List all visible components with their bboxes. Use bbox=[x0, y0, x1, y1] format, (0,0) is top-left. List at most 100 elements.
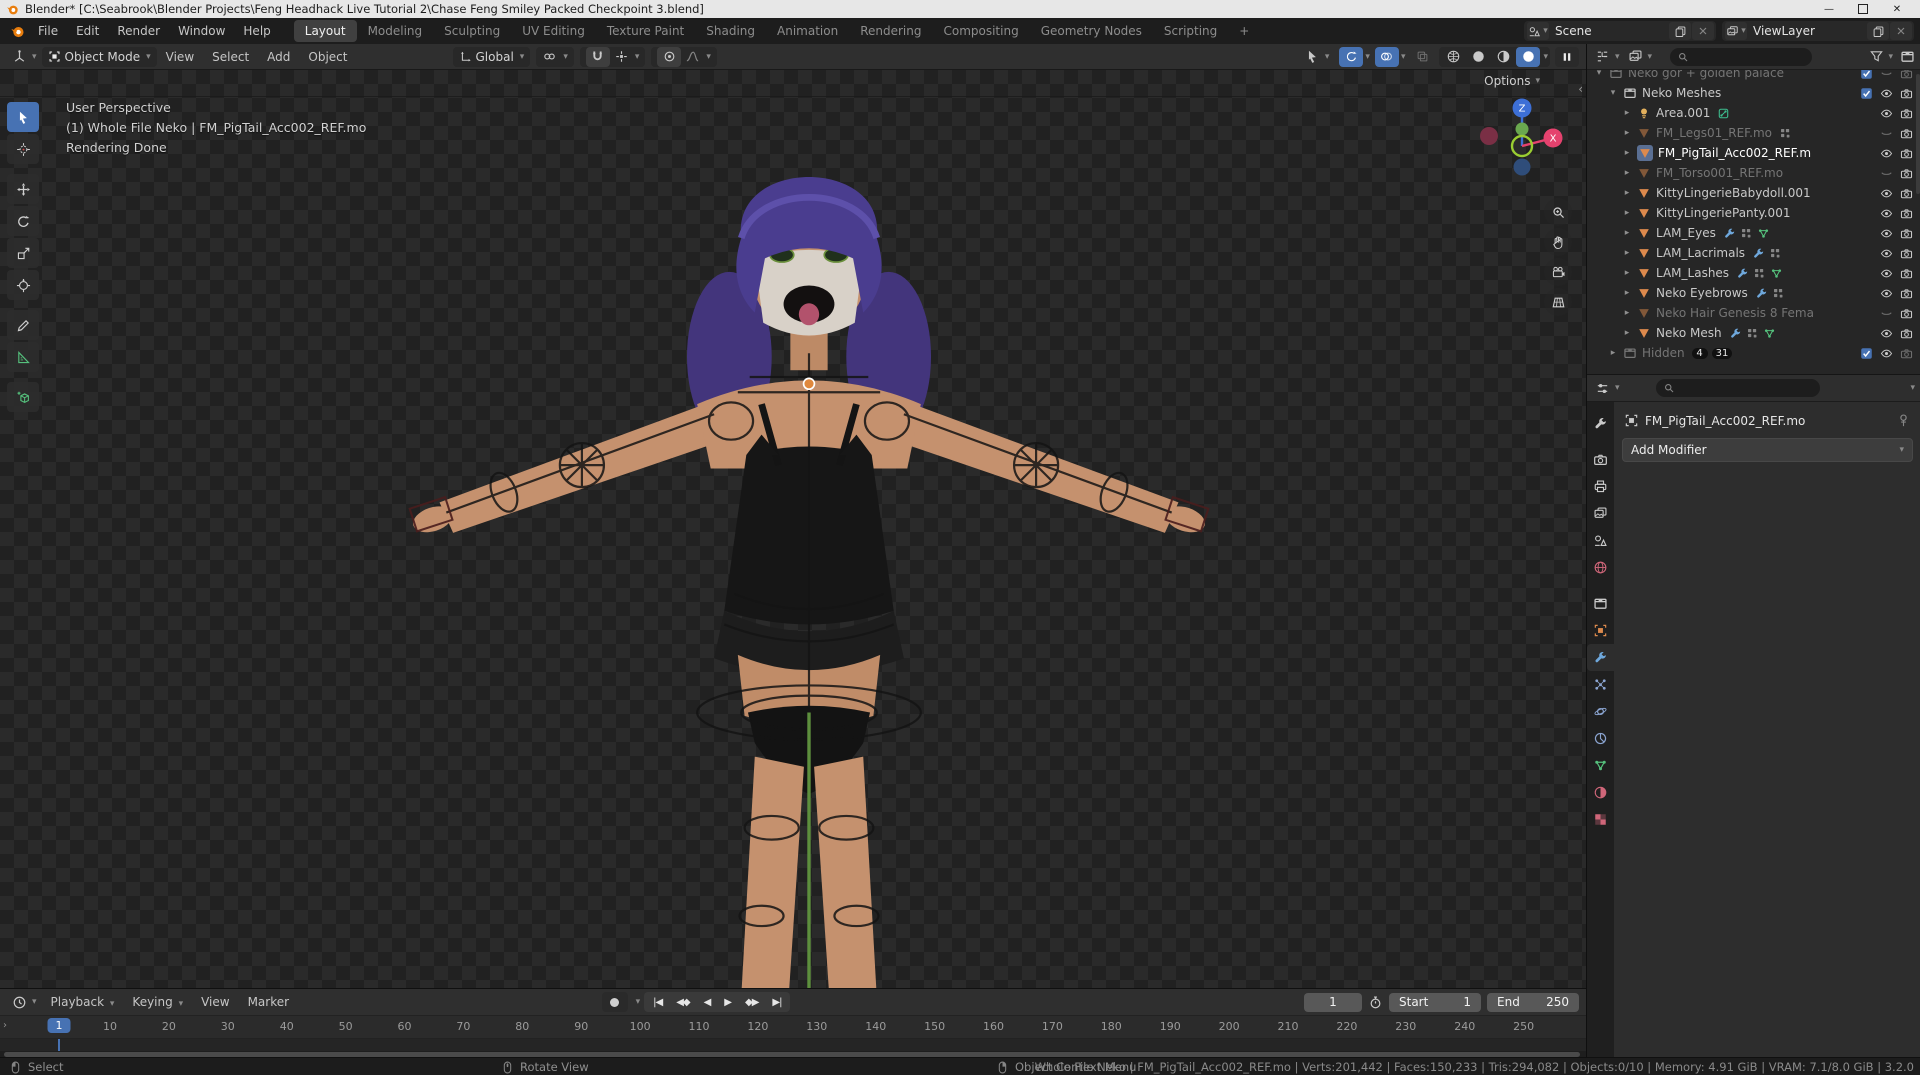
properties-tab-world[interactable] bbox=[1587, 554, 1614, 581]
disclosure-arrow[interactable]: ▸ bbox=[1621, 208, 1633, 218]
workspace-tab-modeling[interactable]: Modeling bbox=[357, 20, 434, 42]
properties-tab-collection[interactable] bbox=[1587, 590, 1614, 617]
disclosure-arrow[interactable]: ▸ bbox=[1621, 248, 1633, 258]
camera-visibility-icon[interactable] bbox=[1900, 267, 1913, 280]
outliner-row[interactable]: ▸Hidden431 bbox=[1587, 343, 1920, 363]
camera-visibility-icon[interactable] bbox=[1900, 287, 1913, 300]
blender-menu-icon[interactable] bbox=[10, 24, 25, 39]
camera-visibility-icon[interactable] bbox=[1900, 207, 1913, 220]
tool-measure-button[interactable] bbox=[7, 342, 39, 372]
tool-add-cube-button[interactable] bbox=[7, 382, 39, 412]
proportional-editing-controls[interactable]: ▾ bbox=[651, 47, 717, 67]
workspace-tab-texture-paint[interactable]: Texture Paint bbox=[596, 20, 695, 42]
pivot-point-selector[interactable]: ▾ bbox=[536, 47, 574, 67]
close-button[interactable]: ✕ bbox=[1880, 0, 1914, 18]
timeline-ruler[interactable]: › 1 102030405060708090100110120130140150… bbox=[0, 1016, 1586, 1039]
outliner-row[interactable]: ▸Area.001 bbox=[1587, 103, 1920, 123]
disclosure-arrow[interactable]: ▸ bbox=[1621, 228, 1633, 238]
properties-tab-object-data[interactable] bbox=[1587, 752, 1614, 779]
eye-closed-icon[interactable] bbox=[1880, 307, 1893, 320]
tool-annotate-button[interactable] bbox=[7, 310, 39, 340]
timeline-menu-playback[interactable]: Playback ▾ bbox=[42, 992, 124, 1012]
viewlayer-selector[interactable]: ▾ ViewLayer bbox=[1722, 21, 1914, 41]
outliner-row[interactable]: ▸LAM_Eyes bbox=[1587, 223, 1920, 243]
axis-x-negative[interactable] bbox=[1480, 127, 1498, 145]
properties-tab-object[interactable] bbox=[1587, 617, 1614, 644]
tool-scale-button[interactable] bbox=[7, 238, 39, 268]
tool-move-button[interactable] bbox=[7, 174, 39, 204]
tool-cursor-button[interactable] bbox=[7, 134, 39, 164]
camera-visibility-icon[interactable] bbox=[1900, 307, 1913, 320]
axis-y-ball[interactable] bbox=[1516, 123, 1529, 136]
outliner-row[interactable]: ▸Neko Eyebrows bbox=[1587, 283, 1920, 303]
outliner-row[interactable]: ▾Neko Meshes bbox=[1587, 83, 1920, 103]
transform-orientation-selector[interactable]: Global ▾ bbox=[453, 47, 531, 67]
camera-visibility-icon[interactable] bbox=[1900, 167, 1913, 180]
camera-visibility-icon[interactable] bbox=[1900, 87, 1913, 100]
current-frame-field[interactable]: 1 bbox=[1304, 993, 1362, 1012]
outliner-row[interactable]: ▸FM_PigTail_Acc002_REF.m bbox=[1587, 143, 1920, 163]
options-dropdown[interactable]: Options▾ bbox=[1484, 74, 1540, 88]
camera-visibility-icon[interactable] bbox=[1900, 347, 1913, 360]
camera-visibility-icon[interactable] bbox=[1900, 107, 1913, 120]
workspace-tab-uv-editing[interactable]: UV Editing bbox=[511, 20, 596, 42]
timeline-menu-view[interactable]: View bbox=[192, 992, 238, 1012]
collection-checkbox[interactable] bbox=[1860, 87, 1873, 100]
properties-tab-output[interactable] bbox=[1587, 473, 1614, 500]
timeline-track[interactable] bbox=[0, 1039, 1586, 1051]
timeline-menu-marker[interactable]: Marker bbox=[239, 992, 298, 1012]
camera-visibility-icon[interactable] bbox=[1900, 127, 1913, 140]
properties-search-input[interactable] bbox=[1656, 379, 1820, 397]
eye-closed-icon[interactable] bbox=[1880, 167, 1893, 180]
collection-checkbox[interactable] bbox=[1860, 347, 1873, 360]
start-frame-field[interactable]: Start1 bbox=[1389, 993, 1481, 1012]
properties-tab-physics[interactable] bbox=[1587, 698, 1614, 725]
camera-view-button[interactable] bbox=[1544, 258, 1572, 286]
axis-z-negative[interactable] bbox=[1514, 159, 1531, 176]
eye-open-icon[interactable] bbox=[1880, 107, 1893, 120]
viewport-3d[interactable]: User Perspective (1) Whole File Neko | F… bbox=[0, 70, 1586, 988]
eye-open-icon[interactable] bbox=[1880, 187, 1893, 200]
timeline-collapse-arrow[interactable]: › bbox=[3, 1020, 7, 1031]
disclosure-arrow[interactable]: ▸ bbox=[1621, 148, 1633, 158]
disclosure-arrow[interactable]: ▸ bbox=[1621, 328, 1633, 338]
previous-keyframe-button[interactable]: ◀◆ bbox=[670, 996, 695, 1009]
eye-open-icon[interactable] bbox=[1880, 287, 1893, 300]
properties-editor-type-button[interactable]: ▾ bbox=[1593, 379, 1622, 398]
properties-tab-tool[interactable] bbox=[1587, 410, 1614, 437]
menu-help[interactable]: Help bbox=[234, 21, 279, 41]
xray-toggle[interactable] bbox=[1410, 47, 1434, 67]
outliner-row[interactable]: ▸FM_Legs01_REF.mo bbox=[1587, 123, 1920, 143]
maximize-button[interactable] bbox=[1846, 0, 1880, 18]
snap-controls[interactable]: ▾ bbox=[580, 47, 646, 67]
properties-tab-constraints[interactable] bbox=[1587, 725, 1614, 752]
proportional-editing-toggle[interactable] bbox=[657, 47, 681, 67]
menu-window[interactable]: Window bbox=[169, 21, 234, 41]
workspace-tab-sculpting[interactable]: Sculpting bbox=[433, 20, 511, 42]
pin-icon[interactable] bbox=[1896, 413, 1911, 428]
disclosure-arrow[interactable]: ▸ bbox=[1607, 348, 1619, 358]
shading-material-button[interactable] bbox=[1491, 47, 1515, 67]
minimize-button[interactable]: — bbox=[1812, 0, 1846, 18]
disclosure-arrow[interactable]: ▸ bbox=[1621, 188, 1633, 198]
outliner-row[interactable]: ▸KittyLingerieBabydoll.001 bbox=[1587, 183, 1920, 203]
overlays-toggle[interactable] bbox=[1375, 47, 1399, 67]
jump-to-end-button[interactable]: ▶| bbox=[766, 996, 787, 1009]
disclosure-arrow[interactable]: ▸ bbox=[1621, 168, 1633, 178]
workspace-tab-scripting[interactable]: Scripting bbox=[1153, 20, 1228, 42]
eye-open-icon[interactable] bbox=[1880, 207, 1893, 220]
viewport-menu-view[interactable]: View bbox=[157, 47, 203, 67]
timeline-menu-keying[interactable]: Keying ▾ bbox=[123, 992, 192, 1012]
perspective-toggle-button[interactable] bbox=[1544, 288, 1572, 316]
disclosure-arrow[interactable]: ▸ bbox=[1621, 108, 1633, 118]
tool-select-box-button[interactable] bbox=[7, 102, 39, 132]
outliner-row[interactable]: ▸LAM_Lacrimals bbox=[1587, 243, 1920, 263]
camera-visibility-icon[interactable] bbox=[1900, 227, 1913, 240]
properties-options-arrow[interactable]: ▾ bbox=[1910, 383, 1915, 393]
filter-dropdown-arrow[interactable]: ▾ bbox=[1888, 52, 1893, 62]
camera-visibility-icon[interactable] bbox=[1900, 247, 1913, 260]
eye-closed-icon[interactable] bbox=[1880, 127, 1893, 140]
properties-tab-scene[interactable] bbox=[1587, 527, 1614, 554]
disclosure-arrow[interactable]: ▸ bbox=[1621, 128, 1633, 138]
outliner-editor-type-button[interactable]: ▾ bbox=[1593, 47, 1622, 66]
